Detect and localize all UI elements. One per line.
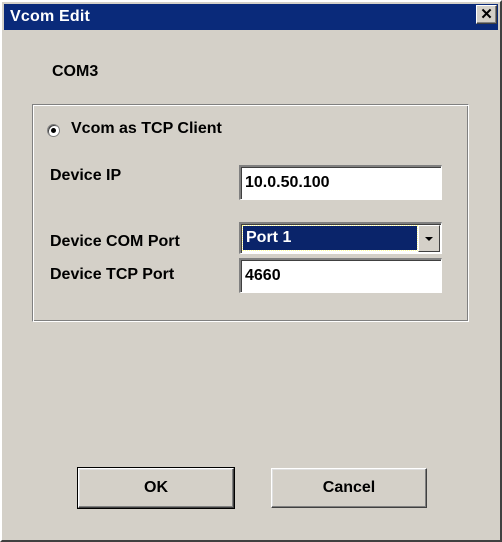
port-name-label: COM3 bbox=[52, 63, 99, 80]
device-tcp-port-input[interactable]: 4660 bbox=[239, 258, 442, 293]
device-tcp-port-label: Device TCP Port bbox=[50, 266, 175, 283]
cancel-button[interactable]: Cancel bbox=[271, 468, 427, 508]
window-title: Vcom Edit bbox=[10, 8, 91, 25]
title-bar[interactable]: Vcom Edit bbox=[4, 4, 498, 30]
device-ip-input[interactable]: 10.0.50.100 bbox=[239, 165, 442, 200]
radio-selected-dot bbox=[51, 128, 56, 133]
device-com-port-value[interactable]: Port 1 bbox=[242, 225, 418, 251]
close-icon: ✕ bbox=[480, 6, 493, 23]
tcp-client-radio-label[interactable]: Vcom as TCP Client bbox=[71, 120, 222, 138]
tcp-client-radio[interactable] bbox=[47, 124, 60, 137]
ok-button[interactable]: OK bbox=[77, 467, 235, 509]
dropdown-button[interactable] bbox=[418, 225, 440, 252]
device-com-port-select[interactable]: Port 1 bbox=[239, 222, 442, 254]
close-button[interactable]: ✕ bbox=[476, 5, 497, 24]
device-com-port-label: Device COM Port bbox=[50, 233, 180, 250]
chevron-down-icon bbox=[425, 236, 433, 241]
device-ip-label: Device IP bbox=[50, 167, 122, 184]
